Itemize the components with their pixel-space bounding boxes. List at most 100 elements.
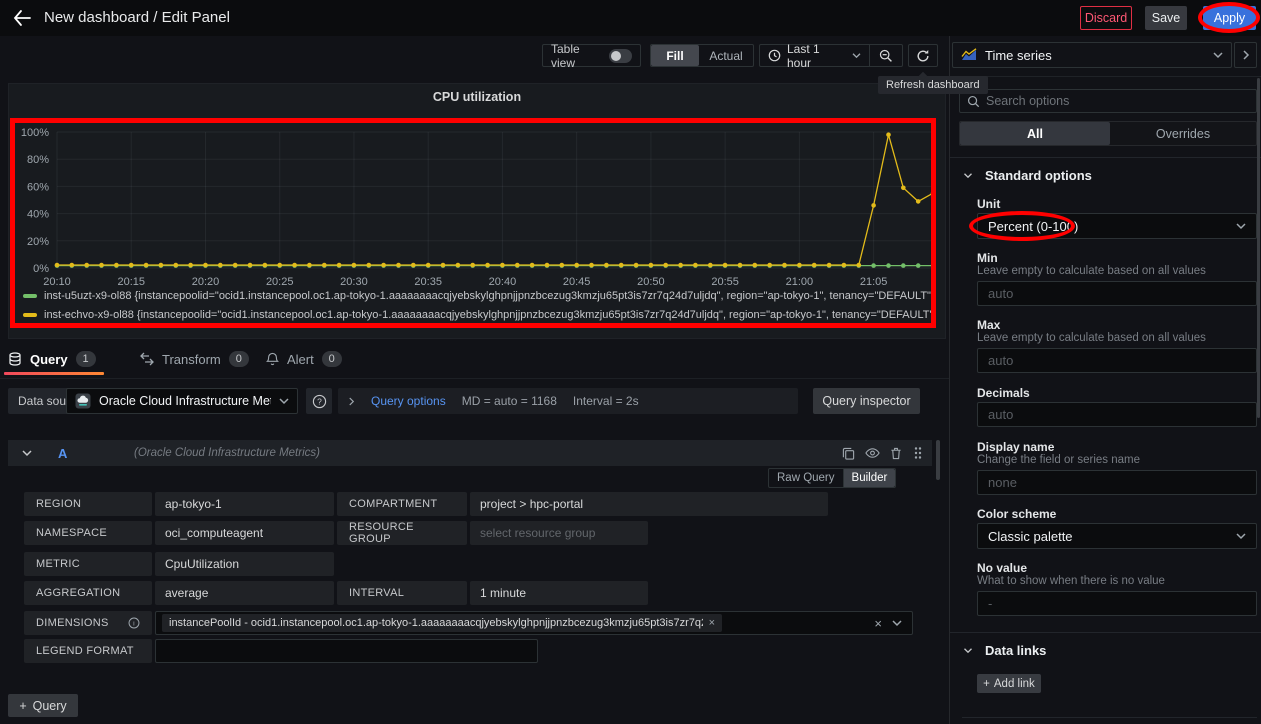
metric-label: METRIC (24, 552, 152, 576)
svg-text:100%: 100% (21, 127, 49, 139)
fill-option[interactable]: Fill (651, 45, 699, 66)
max-input[interactable] (977, 348, 1257, 373)
display-name-label: Display name (977, 440, 1054, 454)
aggregation-value[interactable]: average (155, 581, 334, 605)
legend-format-input[interactable] (155, 639, 538, 663)
time-range-group: Last 1 hour (759, 44, 903, 67)
color-scheme-select[interactable]: Classic palette (977, 523, 1257, 549)
query-options-label: Query options (371, 394, 446, 408)
legend-series-name: inst-echvo-x9-ol88 {instancepoolid="ocid… (44, 309, 935, 321)
refresh-dashboard-button[interactable] (908, 44, 938, 67)
max-label: Max (977, 318, 1000, 332)
time-range-picker[interactable]: Last 1 hour (760, 45, 869, 66)
clear-dimensions-icon[interactable]: × (874, 616, 882, 631)
datasource-picker[interactable]: Oracle Cloud Infrastructure Metrics (66, 388, 298, 414)
timeseries-chart[interactable]: 0%20%40%60%80%100%20:1020:1520:2020:2520… (17, 122, 939, 294)
query-inspector-button[interactable]: Query inspector (813, 388, 920, 414)
resource-group-value[interactable]: select resource group (470, 521, 648, 545)
chevron-down-icon (1236, 532, 1246, 540)
min-label: Min (977, 251, 998, 265)
options-filter-tabs: All Overrides (959, 121, 1257, 146)
divider (950, 76, 1261, 77)
no-value-description: What to show when there is no value (977, 575, 1165, 587)
datasource-help-button[interactable]: ? (306, 388, 332, 414)
tab-overrides[interactable]: Overrides (1110, 122, 1256, 145)
display-name-input[interactable] (977, 470, 1257, 495)
color-scheme-value: Classic palette (988, 529, 1073, 544)
display-name-description: Change the field or series name (977, 454, 1140, 466)
options-search[interactable]: Search options (959, 89, 1257, 113)
legend-series-color (23, 313, 37, 317)
dimensions-input[interactable]: instancePoolId - ocid1.instancepool.oc1.… (155, 611, 913, 635)
interval-value[interactable]: 1 minute (470, 581, 648, 605)
panel-divider (949, 36, 950, 724)
save-button[interactable]: Save (1145, 6, 1187, 30)
toggle-options-pane-button[interactable] (1234, 42, 1257, 68)
svg-text:?: ? (317, 396, 322, 406)
tab-transform[interactable]: Transform 0 (140, 346, 249, 372)
discard-button[interactable]: Discard (1080, 6, 1132, 30)
remove-dimension-icon[interactable]: × (709, 617, 715, 629)
svg-text:i: i (133, 621, 135, 628)
unit-label: Unit (977, 197, 1000, 211)
chevron-down-icon (1236, 222, 1246, 230)
chevron-down-icon[interactable] (892, 619, 902, 627)
actual-option[interactable]: Actual (699, 45, 753, 66)
apply-button[interactable]: Apply (1203, 6, 1256, 30)
chevron-down-icon (279, 397, 289, 405)
divider (950, 632, 1261, 633)
divider (950, 157, 1261, 158)
duplicate-query-icon[interactable] (840, 445, 856, 461)
query-options-bar[interactable]: Query options MD = auto = 1168 Interval … (338, 388, 798, 414)
visualization-picker[interactable]: Time series (952, 42, 1232, 68)
bell-icon (266, 352, 279, 366)
namespace-label: NAMESPACE (24, 521, 152, 545)
drag-handle-icon[interactable] (910, 445, 926, 461)
fill-actual-group: Fill Actual (650, 44, 754, 67)
divider (0, 378, 949, 379)
info-icon: i (128, 617, 140, 629)
table-view-toggle-group: Table view (542, 44, 641, 67)
datasource-value: Oracle Cloud Infrastructure Metrics (99, 394, 271, 408)
table-view-switch[interactable] (609, 49, 632, 63)
zoom-out-icon[interactable] (870, 45, 902, 66)
namespace-value[interactable]: oci_computeagent (155, 521, 334, 545)
region-label: REGION (24, 492, 152, 516)
raw-query-option[interactable]: Raw Query (769, 469, 843, 487)
standard-options-header[interactable]: Standard options (963, 168, 1092, 183)
app-header: New dashboard / Edit Panel Discard Save … (0, 0, 1261, 36)
metric-value[interactable]: CpuUtilization (155, 552, 334, 576)
dimension-chip: instancePoolId - ocid1.instancepool.oc1.… (162, 614, 722, 632)
delete-query-trash-icon[interactable] (888, 445, 904, 461)
collapse-chevron-icon[interactable] (22, 449, 32, 457)
legend-item[interactable]: inst-u5uzt-x9-ol88 {instancepoolid="ocid… (23, 286, 935, 305)
options-scrollbar[interactable] (1257, 78, 1260, 418)
legend-series-color (23, 294, 37, 298)
unit-select[interactable]: Percent (0-100) (977, 213, 1257, 239)
compartment-value[interactable]: project > hpc-portal (470, 492, 828, 516)
back-arrow-icon[interactable] (10, 7, 34, 29)
min-input[interactable] (977, 281, 1257, 306)
add-link-button[interactable]: + Add link (977, 674, 1041, 693)
data-links-header[interactable]: Data links (963, 643, 1046, 658)
region-value[interactable]: ap-tokyo-1 (155, 492, 334, 516)
aggregation-label: AGGREGATION (24, 581, 152, 605)
add-query-button[interactable]: + Query (8, 694, 78, 717)
query-scrollbar[interactable] (936, 440, 940, 480)
chevron-down-icon (852, 52, 861, 59)
time-range-value: Last 1 hour (787, 42, 846, 70)
legend-item[interactable]: inst-echvo-x9-ol88 {instancepoolid="ocid… (23, 305, 935, 324)
hide-query-eye-icon[interactable] (864, 445, 880, 461)
max-data-points-value: MD = auto = 1168 (462, 394, 557, 408)
max-description: Leave empty to calculate based on all va… (977, 332, 1206, 344)
tab-query[interactable]: Query 1 (8, 346, 96, 372)
options-search-placeholder: Search options (986, 94, 1069, 108)
query-count-badge: 1 (76, 351, 96, 367)
active-tab-underline (4, 372, 104, 375)
table-view-label: Table view (551, 42, 602, 70)
builder-option[interactable]: Builder (843, 469, 896, 487)
tab-alert[interactable]: Alert 0 (266, 346, 342, 372)
no-value-input[interactable] (977, 591, 1257, 616)
decimals-input[interactable] (977, 402, 1257, 427)
tab-all[interactable]: All (960, 122, 1110, 145)
